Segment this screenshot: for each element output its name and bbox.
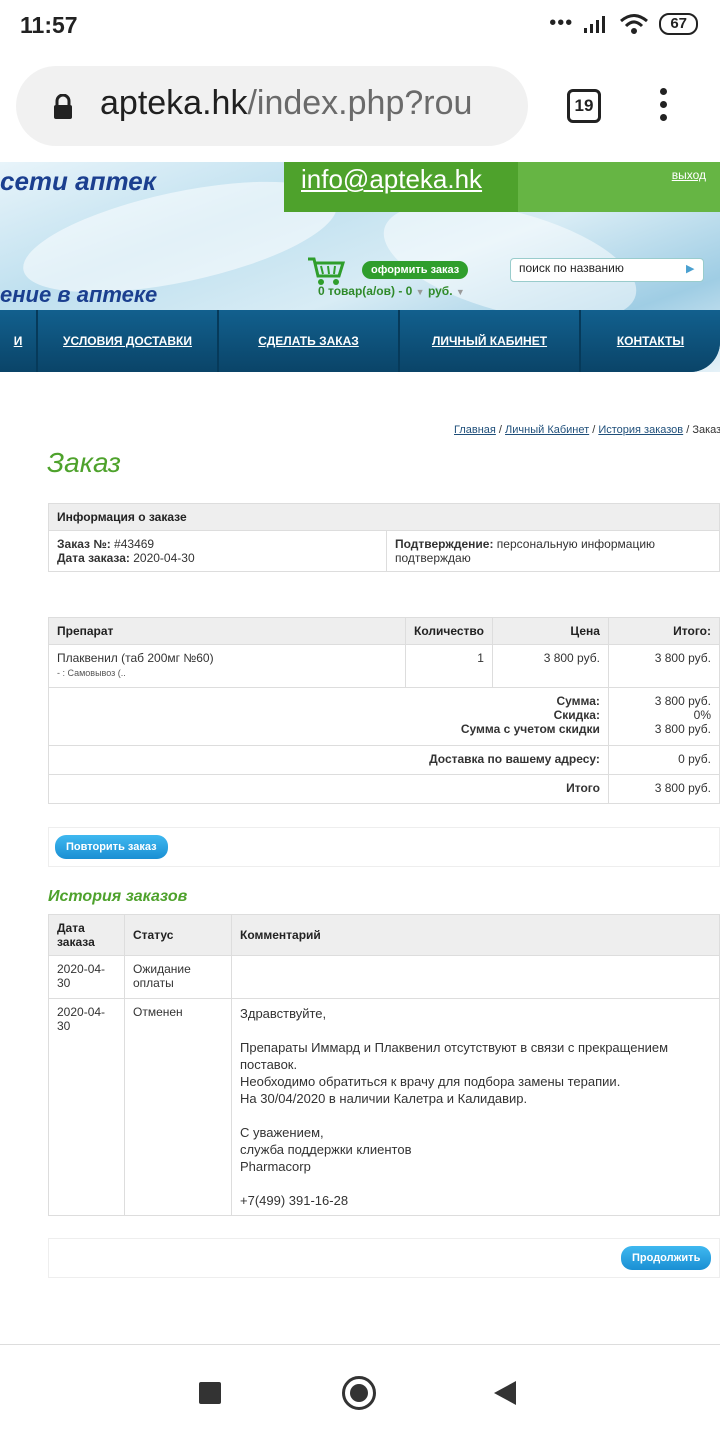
summary-labels: Сумма: Скидка: Сумма с учетом скидки [48,687,609,746]
home-icon[interactable] [342,1376,376,1410]
col-qty: Количество [405,617,493,645]
table-row: 2020-04-30 Ожидание оплаты [48,955,720,999]
table-row: 2020-04-30 Отменен Здравствуйте, Препара… [48,998,720,1216]
main-nav: И УСЛОВИЯ ДОСТАВКИ СДЕЛАТЬ ЗАКАЗ ЛИЧНЫЙ … [0,310,720,372]
status-bar: 11:57 ••• 67 [0,0,720,52]
logout-link[interactable]: выход [672,168,706,182]
sum-discount-label: Сумма с учетом скидки [460,722,600,736]
col-price: Цена [491,617,609,645]
nav-item-delivery[interactable]: УСЛОВИЯ ДОСТАВКИ [38,310,219,372]
contact-bar: info@apteka.hk выход [284,162,720,212]
nav-item-order[interactable]: СДЕЛАТЬ ЗАКАЗ [219,310,400,372]
sum-value: 3 800 руб. [654,694,711,708]
url-host: apteka.hk [100,84,248,122]
order-date: 2020-04-30 [133,551,195,565]
delivery-row: Доставка по вашему адресу: 0 руб. [48,745,720,775]
product-note: - : Самовывоз (.. [57,668,126,678]
lock-icon [54,94,72,119]
col-total: Итого: [607,617,720,645]
browser-toolbar: apteka.hk/index.php?rou 19 [0,52,720,162]
nav-item-cabinet[interactable]: ЛИЧНЫЙ КАБИНЕТ [400,310,581,372]
col-product: Препарат [48,617,406,645]
product-cell: Плаквенил (таб 200мг №60) - : Самовывоз (… [48,644,406,688]
product-qty: 1 [405,644,493,688]
col-comment: Комментарий [231,914,720,956]
order-info-header: Информация о заказе [48,503,720,531]
url-text: apteka.hk/index.php?rou [100,84,472,123]
clock: 11:57 [20,12,78,38]
url-path: /index.php?rou [247,84,473,122]
battery-icon: 67 [659,12,698,35]
signal-icon [584,15,606,33]
continue-button[interactable]: Продолжить [621,1246,712,1270]
nav-item-contacts[interactable]: КОНТАКТЫ [581,310,720,372]
discount-value: 0% [693,708,711,722]
repeat-order-panel: Повторить заказ [48,827,720,867]
caret-down-icon: ▼ [415,287,425,297]
status-icons: ••• 67 [549,12,698,35]
cart-summary: 0 товар(а/ов) - 0 ▼ руб. ▼ [318,284,465,298]
history-comment [231,955,720,999]
discount-label: Скидка: [553,708,600,722]
grand-total-label: Итого [48,774,609,804]
summary-row: Сумма: Скидка: Сумма с учетом скидки 3 8… [48,687,720,746]
tab-switcher-button[interactable]: 19 [567,89,601,123]
history-title: История заказов [48,888,188,905]
cart-count: 0 товар(а/ов) - 0 [318,284,413,298]
search-input[interactable]: поиск по названию [510,258,704,282]
email-link[interactable]: info@apteka.hk [301,164,482,195]
history-date: 2020-04-30 [48,998,125,1216]
recents-icon[interactable] [199,1382,221,1404]
address-bar[interactable]: apteka.hk/index.php?rou [16,66,528,146]
table-row: Плаквенил (таб 200мг №60) - : Самовывоз (… [48,644,720,688]
order-number-label: Заказ №: [57,537,111,551]
breadcrumb: Главная / Личный Кабинет / История заказ… [454,424,720,436]
repeat-order-button[interactable]: Повторить заказ [55,835,168,859]
order-date-label: Дата заказа: [57,551,130,565]
delivery-label: Доставка по вашему адресу: [48,745,609,775]
history-status: Отменен [124,998,232,1216]
order-meta: Заказ №: #43469 Дата заказа: 2020-04-30 [48,530,387,572]
breadcrumb-home[interactable]: Главная [454,424,496,436]
slogan-bottom: ение в аптеке [0,282,158,307]
grand-total-value: 3 800 руб. [607,774,720,804]
system-nav-bar [0,1344,720,1440]
delivery-value: 0 руб. [607,745,720,775]
checkout-button[interactable]: оформить заказ [362,261,469,279]
history-table: Дата заказа Статус Комментарий 2020-04-3… [48,914,720,1216]
cart-currency: руб. [427,284,453,298]
col-date: Дата заказа [48,914,125,956]
continue-panel: Продолжить [48,1238,720,1278]
confirmation-label: Подтверждение: [395,537,494,551]
history-comment: Здравствуйте, Препараты Иммард и Плаквен… [231,998,720,1216]
back-icon[interactable] [494,1381,516,1405]
product-name: Плаквенил (таб 200мг №60) [57,651,214,665]
col-status: Статус [124,914,232,956]
order-confirmation: Подтверждение: персональную информацию п… [386,530,720,572]
cart-icon[interactable] [307,256,345,286]
slogan-top: сети аптек [0,166,156,196]
nav-item-about[interactable]: И [0,310,38,372]
order-info-table: Информация о заказе Заказ №: #43469 Дата… [48,503,720,572]
products-table: Препарат Количество Цена Итого: Плаквени… [48,617,720,804]
order-number: #43469 [114,537,155,551]
sum-label: Сумма: [556,694,600,708]
grand-total-row: Итого 3 800 руб. [48,774,720,804]
sum-discount-value: 3 800 руб. [654,722,711,736]
search-submit-icon[interactable]: ▶ [686,262,694,275]
product-total: 3 800 руб. [607,644,720,688]
product-price: 3 800 руб. [491,644,609,688]
history-date: 2020-04-30 [48,955,125,999]
page-title: Заказ [47,447,121,478]
caret-down-icon: ▼ [455,287,465,297]
summary-values: 3 800 руб. 0% 3 800 руб. [607,687,720,746]
history-status: Ожидание оплаты [124,955,232,999]
breadcrumb-cabinet[interactable]: Личный Кабинет [505,424,589,436]
breadcrumb-history[interactable]: История заказов [598,424,683,436]
overflow-menu-icon[interactable] [660,88,670,127]
wifi-icon [620,13,649,34]
breadcrumb-current: Заказ [692,424,720,436]
notification-dots-icon: ••• [549,12,574,34]
